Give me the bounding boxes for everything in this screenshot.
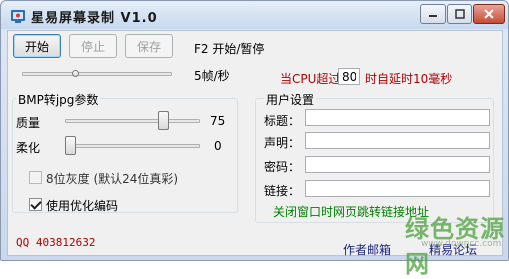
fps-slider-track[interactable] xyxy=(22,72,172,76)
statement-field-input[interactable] xyxy=(305,132,490,149)
cpu-limit-suffix: 时自延时10毫秒 xyxy=(365,72,453,86)
stop-button[interactable]: 停止 xyxy=(69,34,117,58)
link-field-input[interactable] xyxy=(305,180,490,197)
optimize-encoding-checkbox[interactable] xyxy=(29,198,42,211)
start-button[interactable]: 开始 xyxy=(13,34,61,58)
watermark-site: www.downcc.com xyxy=(421,239,502,249)
title-field-input[interactable] xyxy=(305,109,490,126)
bmp-group-title: BMP转jpg参数 xyxy=(16,91,101,108)
soften-value: 0 xyxy=(214,139,222,153)
app-icon xyxy=(11,10,25,23)
password-field-input[interactable] xyxy=(305,156,490,173)
maximize-button[interactable] xyxy=(447,4,472,24)
soften-slider-thumb[interactable] xyxy=(65,136,76,155)
soften-label: 柔化 xyxy=(16,141,41,155)
fps-slider-thumb[interactable] xyxy=(72,70,80,77)
optimize-encoding-label: 使用优化编码 xyxy=(46,199,119,213)
author-mail-link[interactable]: 作者邮箱 xyxy=(343,241,391,258)
title-bar[interactable]: 星易屏幕录制 V1.0 xyxy=(1,1,508,29)
quality-value: 75 xyxy=(210,114,226,128)
window-title: 星易屏幕录制 V1.0 xyxy=(31,11,158,26)
grayscale-label: 8位灰度 (默认24位真彩) xyxy=(46,172,179,186)
grayscale-checkbox[interactable] xyxy=(29,171,42,184)
save-button[interactable]: 保存 xyxy=(125,34,173,58)
user-group-title: 用户设置 xyxy=(264,91,317,108)
hotkey-hint: F2 开始/暂停 xyxy=(194,42,265,56)
quality-slider-track[interactable] xyxy=(65,119,200,123)
title-field-label: 标题： xyxy=(264,114,301,128)
link-field-label: 链接： xyxy=(264,184,301,198)
minimize-icon xyxy=(429,15,437,17)
quality-slider-thumb[interactable] xyxy=(158,111,169,130)
close-button[interactable] xyxy=(473,4,505,24)
bmp-settings-group xyxy=(12,98,238,213)
app-window: 星易屏幕录制 V1.0 开始 停止 保存 F2 开始/暂停 5帧/秒 当CPU超… xyxy=(0,0,509,278)
close-icon xyxy=(484,9,494,19)
statement-field-label: 声明： xyxy=(264,136,301,150)
quality-label: 质量 xyxy=(16,116,41,130)
cpu-limit-prefix: 当CPU超过 xyxy=(280,72,341,86)
minimize-button[interactable] xyxy=(420,4,446,24)
password-field-label: 密码： xyxy=(264,160,301,174)
maximize-icon xyxy=(454,9,465,19)
cpu-limit-input[interactable] xyxy=(338,68,360,85)
soften-slider-track[interactable] xyxy=(65,144,200,148)
qq-number: QQ 403812632 xyxy=(16,236,96,249)
fps-label: 5帧/秒 xyxy=(194,69,230,83)
